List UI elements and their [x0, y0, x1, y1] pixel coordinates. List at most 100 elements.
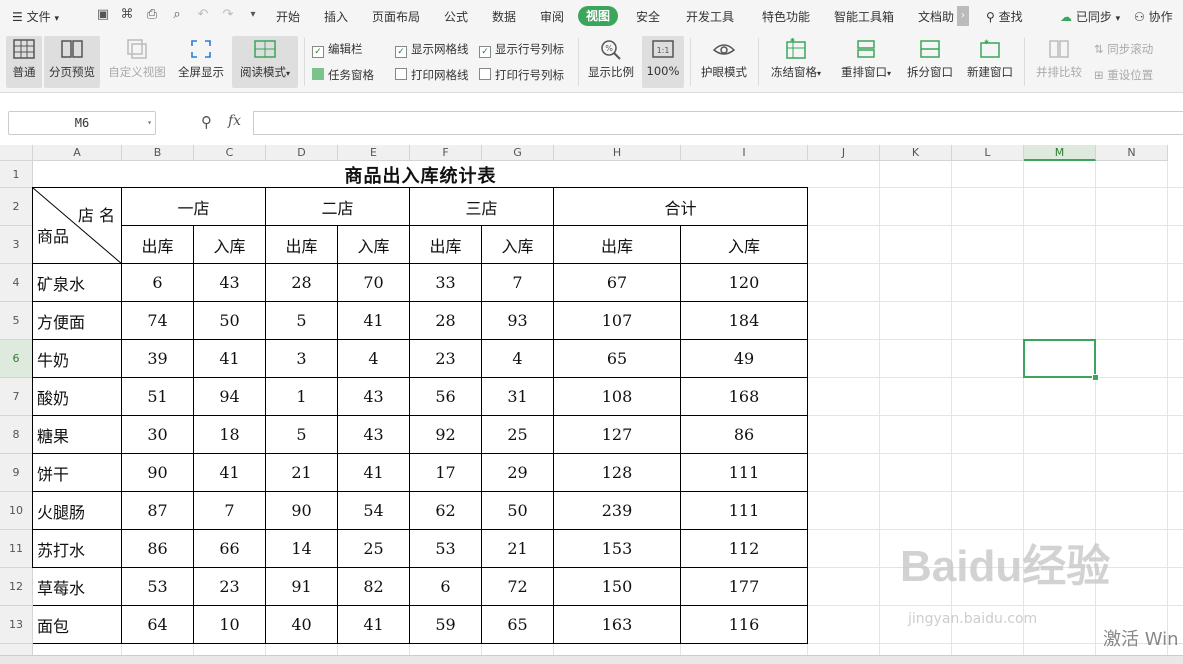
- column-header[interactable]: D: [266, 145, 338, 161]
- row-header[interactable]: 1: [0, 161, 33, 188]
- worksheet-grid[interactable]: ABCDEFGHIJKLMN 1234567891011121314 商品出入库…: [0, 145, 1183, 663]
- value-cell[interactable]: 92: [410, 416, 482, 454]
- column-header[interactable]: K: [880, 145, 952, 161]
- show-rowcol-headers-checkbox[interactable]: ✓ 显示行号列标: [479, 41, 564, 58]
- value-cell[interactable]: 5: [266, 302, 338, 340]
- print-gridlines-checkbox[interactable]: 打印网格线: [395, 67, 469, 83]
- sub-header[interactable]: 出库: [410, 226, 482, 264]
- menu-review[interactable]: 审阅: [540, 8, 564, 25]
- value-cell[interactable]: 56: [410, 378, 482, 416]
- zoom-ratio-button[interactable]: % 显示比例: [584, 36, 638, 88]
- store-header[interactable]: 一店: [122, 188, 266, 226]
- value-cell[interactable]: 51: [122, 378, 194, 416]
- value-cell[interactable]: 112: [681, 530, 808, 568]
- row-header[interactable]: 6: [0, 340, 33, 378]
- row-header[interactable]: 3: [0, 226, 33, 264]
- store-header[interactable]: 二店: [266, 188, 410, 226]
- sub-header[interactable]: 入库: [194, 226, 266, 264]
- value-cell[interactable]: 41: [194, 340, 266, 378]
- value-cell[interactable]: 14: [266, 530, 338, 568]
- row-header[interactable]: 5: [0, 302, 33, 340]
- column-header[interactable]: B: [122, 145, 194, 161]
- custom-view-button[interactable]: 自定义视图: [104, 36, 170, 88]
- store-header[interactable]: 三店: [410, 188, 554, 226]
- menu-view[interactable]: 视图: [578, 6, 619, 26]
- side-by-side-button[interactable]: 并排比较: [1030, 36, 1088, 88]
- row-header[interactable]: 10: [0, 492, 33, 530]
- row-header[interactable]: 11: [0, 530, 33, 568]
- reading-mode-button[interactable]: 阅读模式▾: [232, 36, 298, 88]
- product-name-cell[interactable]: 糖果: [33, 416, 122, 454]
- row-header[interactable]: 12: [0, 568, 33, 606]
- value-cell[interactable]: 21: [482, 530, 554, 568]
- value-cell[interactable]: 62: [410, 492, 482, 530]
- value-cell[interactable]: 107: [554, 302, 681, 340]
- value-cell[interactable]: 93: [482, 302, 554, 340]
- value-cell[interactable]: 90: [266, 492, 338, 530]
- value-cell[interactable]: 33: [410, 264, 482, 302]
- value-cell[interactable]: 7: [482, 264, 554, 302]
- value-cell[interactable]: 23: [194, 568, 266, 606]
- value-cell[interactable]: 50: [482, 492, 554, 530]
- value-cell[interactable]: 120: [681, 264, 808, 302]
- value-cell[interactable]: 31: [482, 378, 554, 416]
- sync-scroll-button[interactable]: ⇅ 同步滚动: [1094, 41, 1153, 57]
- value-cell[interactable]: 41: [338, 302, 410, 340]
- show-gridlines-checkbox[interactable]: ✓ 显示网格线: [395, 41, 469, 58]
- editbar-checkbox[interactable]: ✓ 编辑栏: [312, 41, 363, 58]
- row-header[interactable]: 9: [0, 454, 33, 492]
- taskpane-checkbox[interactable]: 任务窗格: [312, 67, 374, 83]
- menu-smart-toolbox[interactable]: 智能工具箱: [834, 8, 894, 25]
- value-cell[interactable]: 74: [122, 302, 194, 340]
- value-cell[interactable]: 3: [266, 340, 338, 378]
- eye-protection-button[interactable]: 护眼模式: [696, 36, 752, 88]
- menu-page-layout[interactable]: 页面布局: [372, 8, 420, 25]
- value-cell[interactable]: 94: [194, 378, 266, 416]
- value-cell[interactable]: 41: [194, 454, 266, 492]
- value-cell[interactable]: 41: [338, 606, 410, 644]
- print-icon[interactable]: ⎙: [145, 8, 159, 22]
- search-button[interactable]: ⚲ 查找: [986, 8, 1023, 25]
- value-cell[interactable]: 70: [338, 264, 410, 302]
- value-cell[interactable]: 53: [410, 530, 482, 568]
- sub-header[interactable]: 入库: [681, 226, 808, 264]
- value-cell[interactable]: 28: [410, 302, 482, 340]
- store-header[interactable]: 合计: [554, 188, 808, 226]
- menu-developer[interactable]: 开发工具: [686, 8, 734, 25]
- row-header[interactable]: 2: [0, 188, 33, 226]
- value-cell[interactable]: 111: [681, 492, 808, 530]
- value-cell[interactable]: 41: [338, 454, 410, 492]
- row-header[interactable]: 4: [0, 264, 33, 302]
- page-break-preview-button[interactable]: 分页预览: [44, 36, 100, 88]
- value-cell[interactable]: 65: [482, 606, 554, 644]
- column-header[interactable]: L: [952, 145, 1024, 161]
- value-cell[interactable]: 177: [681, 568, 808, 606]
- value-cell[interactable]: 64: [122, 606, 194, 644]
- normal-view-button[interactable]: 普通: [6, 36, 42, 88]
- value-cell[interactable]: 5: [266, 416, 338, 454]
- column-header[interactable]: F: [410, 145, 482, 161]
- value-cell[interactable]: 91: [266, 568, 338, 606]
- sub-header[interactable]: 入库: [338, 226, 410, 264]
- undo-icon[interactable]: ↶: [196, 8, 210, 22]
- value-cell[interactable]: 43: [194, 264, 266, 302]
- value-cell[interactable]: 72: [482, 568, 554, 606]
- print-rowcol-headers-checkbox[interactable]: 打印行号列标: [479, 67, 564, 83]
- sync-status[interactable]: ☁ 已同步 ▾: [1060, 8, 1120, 25]
- fill-handle[interactable]: [1092, 374, 1099, 381]
- value-cell[interactable]: 86: [681, 416, 808, 454]
- value-cell[interactable]: 50: [194, 302, 266, 340]
- value-cell[interactable]: 43: [338, 416, 410, 454]
- product-name-cell[interactable]: 饼干: [33, 454, 122, 492]
- sub-header[interactable]: 出库: [122, 226, 194, 264]
- value-cell[interactable]: 87: [122, 492, 194, 530]
- collab-button[interactable]: ⚇ 协作: [1134, 8, 1173, 25]
- fx-icon[interactable]: fx: [228, 113, 241, 129]
- value-cell[interactable]: 239: [554, 492, 681, 530]
- column-header[interactable]: J: [808, 145, 880, 161]
- menu-formulas[interactable]: 公式: [444, 8, 468, 25]
- column-header[interactable]: M: [1024, 145, 1096, 161]
- value-cell[interactable]: 53: [122, 568, 194, 606]
- file-menu[interactable]: ☰ 文件 ▾: [12, 8, 59, 25]
- product-name-cell[interactable]: 矿泉水: [33, 264, 122, 302]
